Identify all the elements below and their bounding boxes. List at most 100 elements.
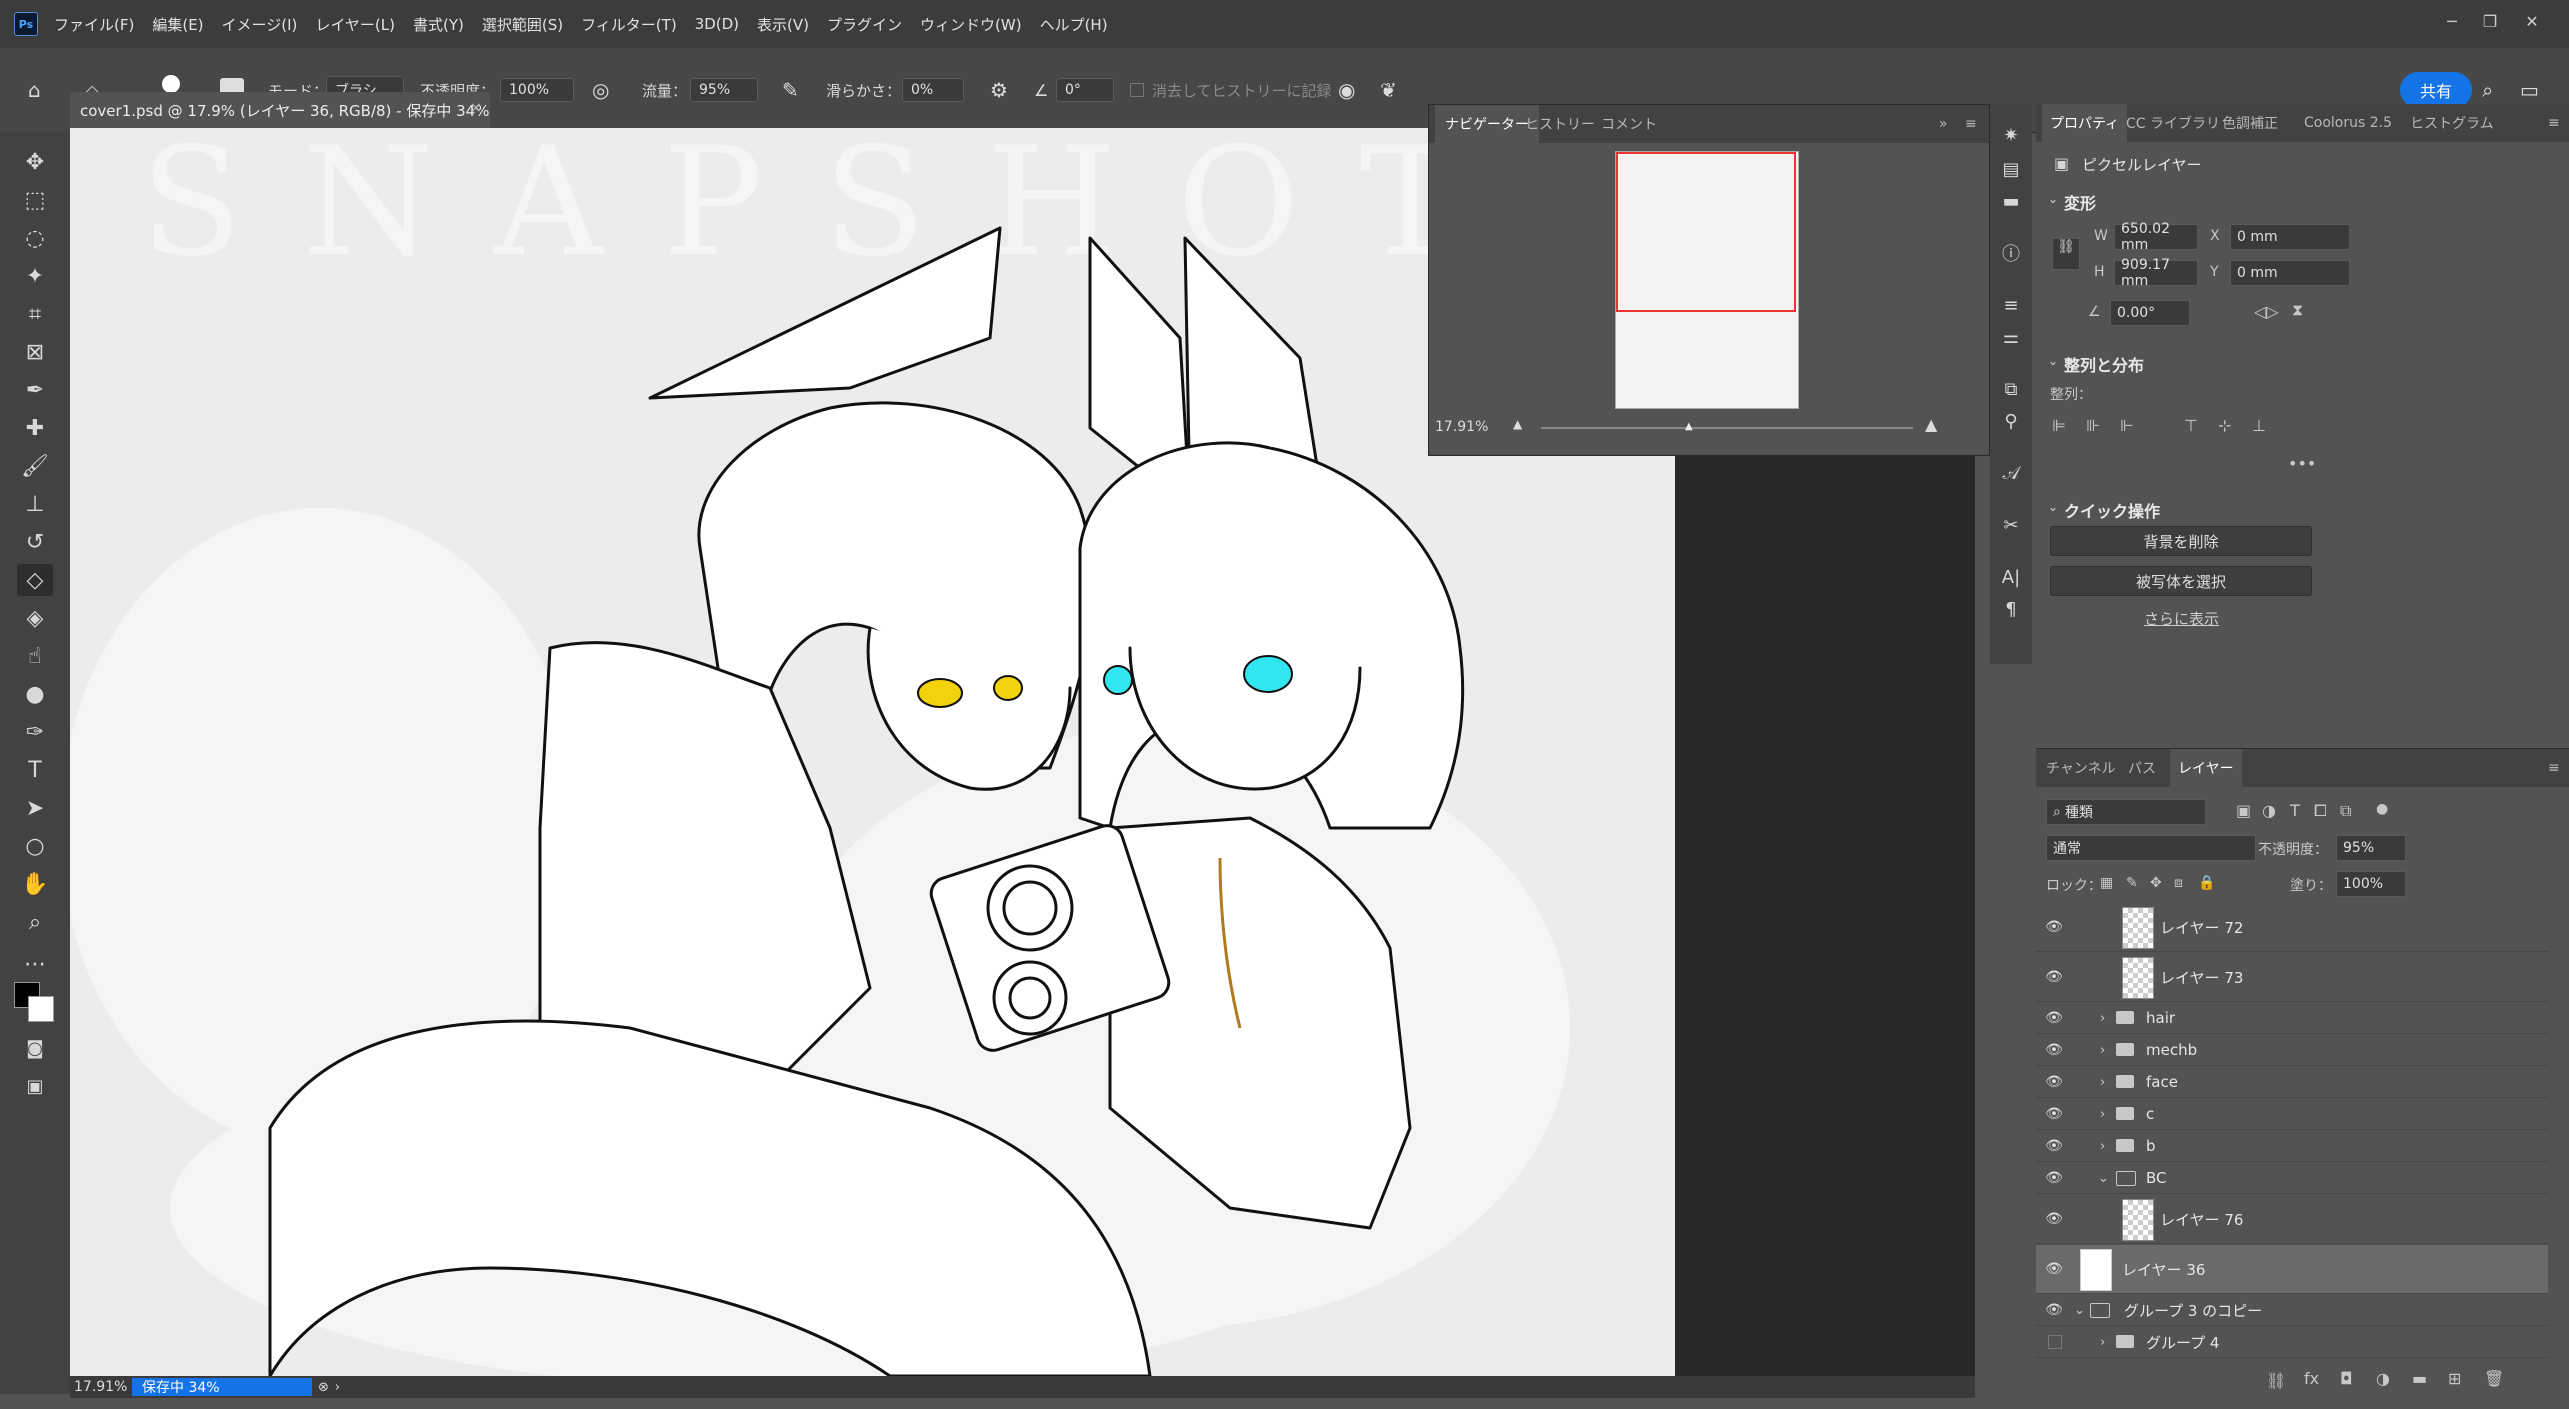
tab-comments[interactable]: コメント <box>1601 105 1657 143</box>
ellipse-tool-icon[interactable]: ○ <box>17 830 53 862</box>
zoom-tool-icon[interactable]: ⌕ <box>17 906 53 938</box>
visibility-eye-icon[interactable]: 👁 <box>2044 1302 2064 1318</box>
layer-row-selected[interactable]: 👁 レイヤー 36 <box>2036 1245 2548 1294</box>
menu-layer[interactable]: レイヤー(L) <box>315 14 395 35</box>
zoom-slider-thumb[interactable]: ▲ <box>1685 421 1693 432</box>
smoothing-input[interactable]: 0% <box>902 78 964 102</box>
panel-menu-icon[interactable]: ≡ <box>1965 105 1977 143</box>
lock-artboard-icon[interactable]: ⧈ <box>2174 875 2183 891</box>
layer-group-row[interactable]: 👁 › hair <box>2036 1003 2548 1034</box>
visibility-eye-icon[interactable]: 👁 <box>2044 1042 2064 1058</box>
libraries-icon[interactable]: ▤ <box>1998 156 2024 182</box>
menu-3d[interactable]: 3D(D) <box>695 15 739 33</box>
document-tab[interactable]: cover1.psd @ 17.9% (レイヤー 36, RGB/8) - 保存… <box>70 92 490 130</box>
align-top-icon[interactable]: ⊤ <box>2184 416 2198 435</box>
new-layer-icon[interactable]: ⊞ <box>2448 1369 2461 1388</box>
healing-brush-tool-icon[interactable]: ✚ <box>17 412 53 444</box>
magic-wand-tool-icon[interactable]: ✦ <box>17 260 53 292</box>
eraser-tool-icon[interactable]: ◇ <box>17 564 53 596</box>
menu-type[interactable]: 書式(Y) <box>413 14 464 35</box>
expand-chevron-icon[interactable]: › <box>2100 1075 2105 1090</box>
add-mask-icon[interactable]: ◘ <box>2340 1369 2353 1388</box>
layer-opacity-input[interactable]: 95% <box>2336 835 2406 861</box>
eyedropper-tool-icon[interactable]: ✒ <box>17 374 53 406</box>
tab-properties[interactable]: プロパティ <box>2042 104 2128 142</box>
visibility-eye-icon[interactable]: 👁 <box>2044 969 2064 985</box>
lock-all-icon[interactable]: 🔒 <box>2198 875 2215 891</box>
marquee-tool-icon[interactable]: ⬚ <box>17 184 53 216</box>
navigator-zoom-value[interactable]: 17.91% <box>1435 419 1488 435</box>
minimize-icon[interactable]: ─ <box>2442 12 2462 32</box>
restore-icon[interactable]: ❐ <box>2480 12 2500 32</box>
align-middle-vertical-icon[interactable]: ⊹ <box>2218 416 2231 435</box>
collapse-chevron-icon[interactable]: ⌄ <box>2074 1303 2085 1318</box>
history-brush-tool-icon[interactable]: ↺ <box>17 526 53 558</box>
lock-position-icon[interactable]: ✥ <box>2150 875 2162 891</box>
align-chevron-icon[interactable]: ⌄ <box>2048 354 2058 368</box>
select-subject-button[interactable]: 被写体を選択 <box>2050 566 2312 596</box>
more-options-icon[interactable]: ••• <box>2288 454 2316 473</box>
align-bottom-icon[interactable]: ⊥ <box>2252 416 2266 435</box>
tab-layers[interactable]: レイヤー <box>2170 749 2242 787</box>
status-expand-icon[interactable]: › <box>335 1380 340 1395</box>
link-dimensions-icon[interactable]: ⛓ <box>2052 238 2080 270</box>
opacity-input[interactable]: 100% <box>500 78 574 102</box>
close-tab-icon[interactable]: × <box>470 100 482 116</box>
frame-tool-icon[interactable]: ⊠ <box>17 336 53 368</box>
tab-histogram[interactable]: ヒストグラム <box>2410 104 2494 142</box>
erase-history-checkbox[interactable]: 消去してヒストリーに記録 <box>1130 48 1332 132</box>
remove-background-button[interactable]: 背景を削除 <box>2050 526 2312 556</box>
clone-stamp-tool-icon[interactable]: ⊥ <box>17 488 53 520</box>
layer-filter-select[interactable]: ⌕ 種類 <box>2046 799 2206 825</box>
fill-input[interactable]: 100% <box>2336 871 2406 897</box>
filter-type-icon[interactable]: T <box>2290 801 2300 820</box>
paragraph-icon[interactable]: ¶ <box>1998 596 2024 622</box>
filter-toggle-icon[interactable]: ● <box>2376 801 2388 817</box>
pressure-opacity-icon[interactable]: ◎ <box>592 48 609 132</box>
visibility-eye-icon[interactable]: 👁 <box>2044 1138 2064 1154</box>
blend-mode-select[interactable]: 通常 <box>2046 835 2256 861</box>
flip-vertical-icon[interactable]: ⧗ <box>2292 300 2303 320</box>
width-input[interactable]: 650.02 mm <box>2114 221 2198 253</box>
paint-bucket-tool-icon[interactable]: ◈ <box>17 602 53 634</box>
move-tool-icon[interactable]: ✥ <box>17 146 53 178</box>
angle-input[interactable]: 0° <box>1056 78 1114 102</box>
expand-chevron-icon[interactable]: › <box>2100 1139 2105 1154</box>
character-icon[interactable]: A| <box>1998 564 2024 590</box>
transform-chevron-icon[interactable]: ⌄ <box>2048 192 2058 206</box>
align-left-icon[interactable]: ⊫ <box>2052 416 2066 435</box>
new-group-icon[interactable]: ▬ <box>2412 1369 2427 1388</box>
close-window-icon[interactable]: ✕ <box>2522 12 2542 32</box>
expand-chevron-icon[interactable]: › <box>2100 1335 2105 1350</box>
more-tools-icon[interactable]: ⋯ <box>17 948 53 980</box>
collapse-chevron-icon[interactable]: ⌄ <box>2098 1171 2109 1186</box>
pressure-size-icon[interactable]: ◉ <box>1338 48 1355 132</box>
filter-smart-object-icon[interactable]: ⧉ <box>2340 801 2351 821</box>
smudge-tool-icon[interactable]: ☝ <box>17 640 53 672</box>
zoom-slider[interactable]: ▲ <box>1541 421 1913 432</box>
navigator-thumbnail[interactable] <box>1615 151 1799 409</box>
x-input[interactable]: 0 mm <box>2230 224 2350 250</box>
share-button[interactable]: 共有 <box>2400 72 2473 108</box>
visibility-eye-icon[interactable]: 👁 <box>2044 1211 2064 1227</box>
layer-group-row[interactable]: 👁 ⌄ グループ 3 のコピー <box>2036 1295 2548 1326</box>
layer-group-row[interactable]: 👁 › b <box>2036 1131 2548 1162</box>
tab-channels[interactable]: チャンネル <box>2046 749 2116 787</box>
visibility-eye-icon[interactable]: 👁 <box>2044 1074 2064 1090</box>
airbrush-icon[interactable]: ✎ <box>782 48 799 132</box>
tab-coolorus[interactable]: Coolorus 2.5 <box>2304 104 2392 142</box>
menu-edit[interactable]: 編集(E) <box>152 14 203 35</box>
menu-filter[interactable]: フィルター(T) <box>581 14 677 35</box>
filter-pixel-icon[interactable]: ▣ <box>2236 801 2251 820</box>
dodge-tool-icon[interactable]: ● <box>17 678 53 710</box>
tab-history[interactable]: ヒストリー <box>1525 105 1595 143</box>
info-icon[interactable]: ⓘ <box>1998 240 2024 266</box>
menu-view[interactable]: 表示(V) <box>757 14 809 35</box>
menu-window[interactable]: ウィンドウ(W) <box>920 14 1022 35</box>
quick-actions-chevron-icon[interactable]: ⌄ <box>2048 500 2058 514</box>
menu-image[interactable]: イメージ(I) <box>222 14 298 35</box>
visibility-eye-icon[interactable]: 👁 <box>2044 1010 2064 1026</box>
symmetry-butterfly-icon[interactable]: ❦ <box>1380 48 1397 132</box>
tab-adjustments[interactable]: 色調補正 <box>2222 104 2278 142</box>
rotation-input[interactable]: 0.00° <box>2110 300 2190 326</box>
